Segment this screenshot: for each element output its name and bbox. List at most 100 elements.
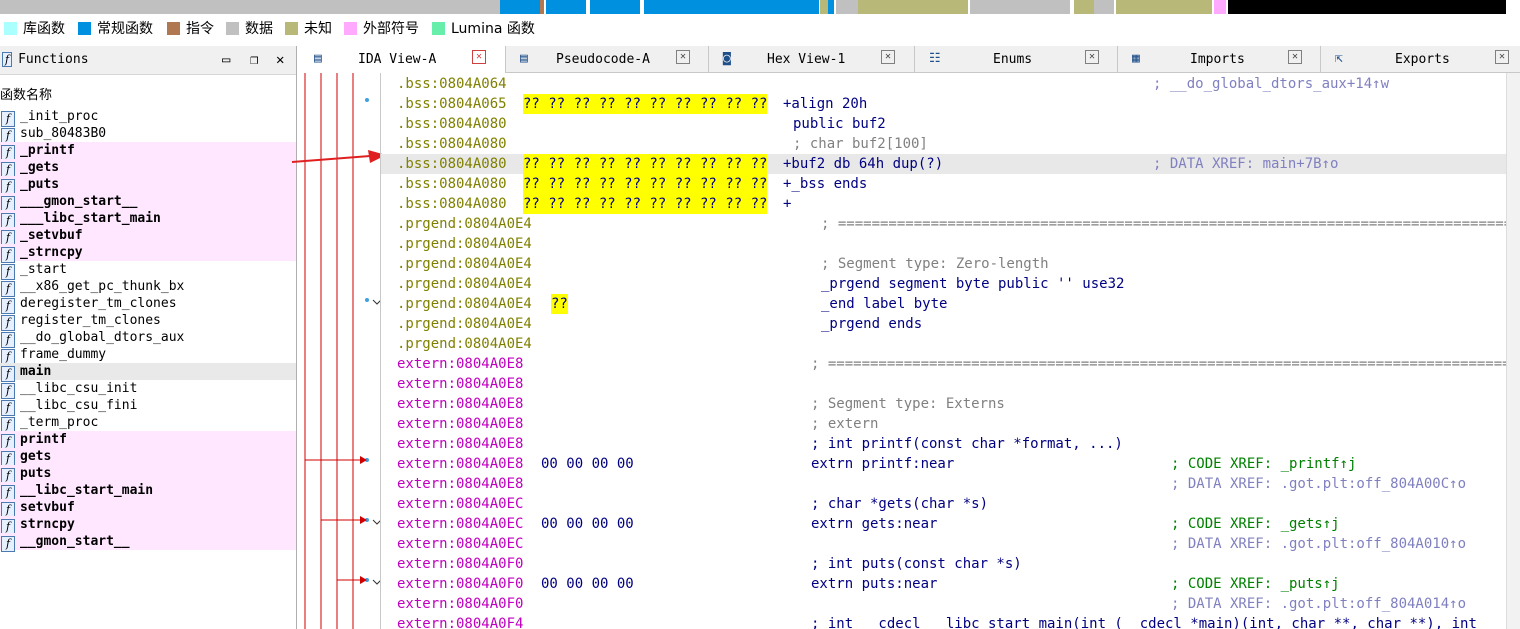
code-line[interactable]: .bss:0804A080 ?? ?? ?? ?? ?? ?? ?? ?? ?? … [381,154,1507,174]
function-item[interactable]: f _gets [0,159,296,178]
function-item[interactable]: f __gmon_start__ [0,533,296,552]
function-icon: f [1,536,15,552]
code-line[interactable]: extern:0804A0EC ; DATA XREF: .got.plt:off… [381,534,1507,554]
code-line[interactable]: .bss:0804A065 ?? ?? ?? ?? ?? ?? ?? ?? ?? … [381,94,1507,114]
legend-swatch [226,22,239,35]
code-line[interactable]: .prgend:0804A0E4 [381,234,1507,254]
maximize-icon[interactable]: ▭ [222,52,230,68]
function-name: _init_proc [20,109,99,124]
function-item[interactable]: f main [0,363,296,382]
tab-exports[interactable]: ⇱ Exports ✕ [1321,46,1520,72]
code-line[interactable]: .bss:0804A080 ; char buf2[100] [381,134,1507,154]
code-address: .prgend:0804A0E4 [397,216,532,232]
tab-label: Exports [1395,52,1450,67]
code-line[interactable]: extern:0804A0EC 00 00 00 00 extrn gets:nea… [381,514,1507,534]
code-bytes: ?? [551,294,568,314]
tab-close-icon[interactable]: ✕ [1288,50,1302,64]
code-line[interactable]: extern:0804A0F0 ; DATA XREF: .got.plt:off… [381,594,1507,614]
disassembly-view[interactable]: .bss:0804A064 ; __do_global_dtors_aux+14↑… [380,73,1507,629]
code-operand: ; extern [811,416,879,432]
function-item[interactable]: f _term_proc [0,414,296,433]
tab-close-icon[interactable]: ✕ [676,50,690,64]
legend-unknown: 未知 [285,20,332,38]
tab-enums[interactable]: ☷ Enums ✕ [915,46,1118,72]
code-line[interactable]: extern:0804A0E8 ; extern [381,414,1507,434]
code-address: .bss:0804A080 [397,196,507,212]
functions-panel: f Functions ▭ ❐ ✕ 函数名称 f _init_proc f sub_80… [0,46,297,629]
tab-imports[interactable]: ▦ Imports ✕ [1118,46,1321,72]
function-item[interactable]: f __libc_csu_fini [0,397,296,416]
close-icon[interactable]: ✕ [276,52,284,68]
vertical-scrollbar[interactable] [1506,73,1520,629]
code-line[interactable]: extern:0804A0E8 ; int printf(const char *… [381,434,1507,454]
function-item[interactable]: f puts [0,465,296,484]
code-line[interactable]: extern:0804A0EC ; char *gets(char *s) [381,494,1507,514]
function-name-column-header[interactable]: 函数名称 [0,84,52,103]
code-line[interactable]: extern:0804A0E8 ; =======================… [381,354,1507,374]
code-line[interactable]: .prgend:0804A0E4?? _end label byte [381,294,1507,314]
function-item[interactable]: f ___gmon_start__ [0,193,296,212]
code-line[interactable]: extern:0804A0F4 ; int __cdecl __libc_star… [381,614,1507,629]
function-item[interactable]: f _strncpy [0,244,296,263]
code-address: .prgend:0804A0E4 [397,276,532,292]
code-line[interactable]: .bss:0804A080 public buf2 [381,114,1507,134]
code-address: .prgend:0804A0E4 [397,316,532,332]
tab-close-icon[interactable]: ✕ [1085,50,1099,64]
exports-icon: ⇱ [1335,51,1343,66]
code-line[interactable]: extern:0804A0E8 00 00 00 00 extrn printf:n… [381,454,1507,474]
code-line[interactable]: extern:0804A0F0 00 00 00 00 extrn puts:nea… [381,574,1507,594]
code-line[interactable]: extern:0804A0E8 ; Segment type: Externs [381,394,1507,414]
navigation-band[interactable] [0,0,1520,14]
function-item[interactable]: f __x86_get_pc_thunk_bx [0,278,296,297]
code-line[interactable]: .prgend:0804A0E4 [381,334,1507,354]
code-line[interactable]: extern:0804A0F0 ; int puts(const char *s) [381,554,1507,574]
code-operand: ; Segment type: Zero-length [821,256,1049,272]
function-item[interactable]: f _start [0,261,296,280]
nav-segment-empty [1228,0,1506,14]
function-item[interactable]: f __do_global_dtors_aux [0,329,296,348]
function-item[interactable]: f printf [0,431,296,450]
code-comment: ; DATA XREF: .got.plt:off_804A014↑o [1171,596,1467,612]
function-item[interactable]: f _printf [0,142,296,161]
nav-segment-ext [1214,0,1226,14]
function-list[interactable]: f _init_proc f sub_80483B0 f _printf f _gets f _p… [0,108,296,552]
code-line[interactable]: .prgend:0804A0E4 ; ======================… [381,214,1507,234]
legend-swatch [344,22,357,35]
code-line[interactable]: .bss:0804A080 ?? ?? ?? ?? ?? ?? ?? ?? ?? … [381,174,1507,194]
function-item[interactable]: f _puts [0,176,296,195]
code-operand: ; ======================================… [811,356,1507,372]
code-address: extern:0804A0E8 [397,436,524,452]
function-item[interactable]: f setvbuf [0,499,296,518]
function-item[interactable]: f register_tm_clones [0,312,296,331]
function-item[interactable]: f deregister_tm_clones [0,295,296,314]
code-line[interactable]: .bss:0804A064 ; __do_global_dtors_aux+14↑… [381,74,1507,94]
function-item[interactable]: f frame_dummy [0,346,296,365]
restore-icon[interactable]: ❐ [250,52,258,68]
tab-close-icon[interactable]: ✕ [881,50,895,64]
code-line[interactable]: .prgend:0804A0E4 _prgend ends [381,314,1507,334]
code-address: extern:0804A0F0 [397,576,524,592]
tab-close-icon[interactable]: ✕ [1495,50,1509,64]
function-item[interactable]: f __libc_csu_init [0,380,296,399]
function-item[interactable]: f sub_80483B0 [0,125,296,144]
code-line[interactable]: extern:0804A0E8 ; DATA XREF: .got.plt:off… [381,474,1507,494]
code-line[interactable]: .prgend:0804A0E4 ; Segment type: Zero-len… [381,254,1507,274]
function-item[interactable]: f strncpy [0,516,296,535]
tab-pseudocode-a[interactable]: ▤ Pseudocode-A ✕ [506,46,709,72]
tab-ida-view-a[interactable]: ▤ IDA View-A ✕ [300,46,506,73]
function-item[interactable]: f ___libc_start_main [0,210,296,229]
function-item[interactable]: f __libc_start_main [0,482,296,501]
code-comment: ; DATA XREF: .got.plt:off_804A00C↑o [1171,476,1467,492]
code-bytes: ?? ?? ?? ?? ?? ?? ?? ?? ?? ?? [523,154,768,174]
nav-segment-code [500,0,540,14]
code-line[interactable]: extern:0804A0E8 [381,374,1507,394]
function-item[interactable]: f _init_proc [0,108,296,127]
code-line[interactable]: .bss:0804A080 ?? ?? ?? ?? ?? ?? ?? ?? ?? … [381,194,1507,214]
function-item[interactable]: f gets [0,448,296,467]
tab-hex-view-1[interactable]: ◙ Hex View-1 ✕ [709,46,915,72]
function-item[interactable]: f _setvbuf [0,227,296,246]
code-line[interactable]: .prgend:0804A0E4 _prgend segment byte pub… [381,274,1507,294]
tab-close-icon[interactable]: ✕ [472,50,486,64]
nav-segment-unk2 [858,0,968,14]
code-address: .bss:0804A080 [397,116,507,132]
